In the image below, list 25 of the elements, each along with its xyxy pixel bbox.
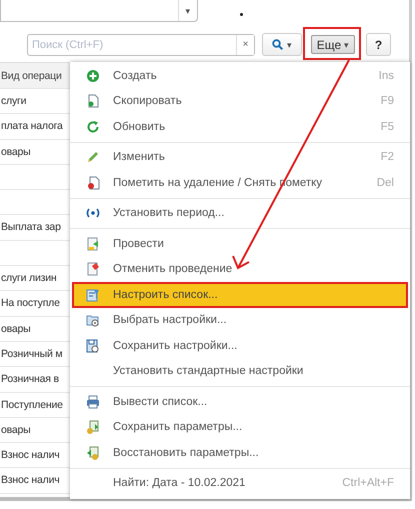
printer-icon: [86, 394, 100, 409]
dot-mark: [240, 13, 243, 16]
menu-item[interactable]: Настроить список...: [72, 282, 408, 308]
document-delete-icon: [86, 176, 100, 190]
save-parameters-icon: [86, 420, 100, 434]
period-icon: [86, 206, 100, 220]
save-gear-icon: [86, 338, 100, 353]
pencil-icon: [86, 150, 100, 164]
restore-parameters-icon: [86, 446, 100, 460]
copy-icon: [86, 94, 100, 108]
search-icon: [272, 39, 283, 50]
list-settings-icon: [86, 288, 100, 302]
search-field[interactable]: Поиск (Ctrl+F) ×: [27, 34, 255, 56]
search-button[interactable]: ▾: [262, 33, 302, 56]
combo-field[interactable]: ▾: [0, 0, 198, 22]
cancel-post-icon: [86, 262, 100, 276]
clear-button[interactable]: ×: [236, 34, 254, 54]
plus-icon: [86, 68, 100, 83]
refresh-icon: [86, 120, 100, 134]
help-button[interactable]: ?: [366, 33, 391, 56]
caret-icon: ▾: [287, 40, 292, 50]
more-button[interactable]: Еще ▾: [311, 35, 355, 54]
folder-gear-icon: [86, 313, 100, 328]
menu-item[interactable]: Установить период...: [72, 200, 408, 226]
post-document-icon: [86, 236, 100, 251]
